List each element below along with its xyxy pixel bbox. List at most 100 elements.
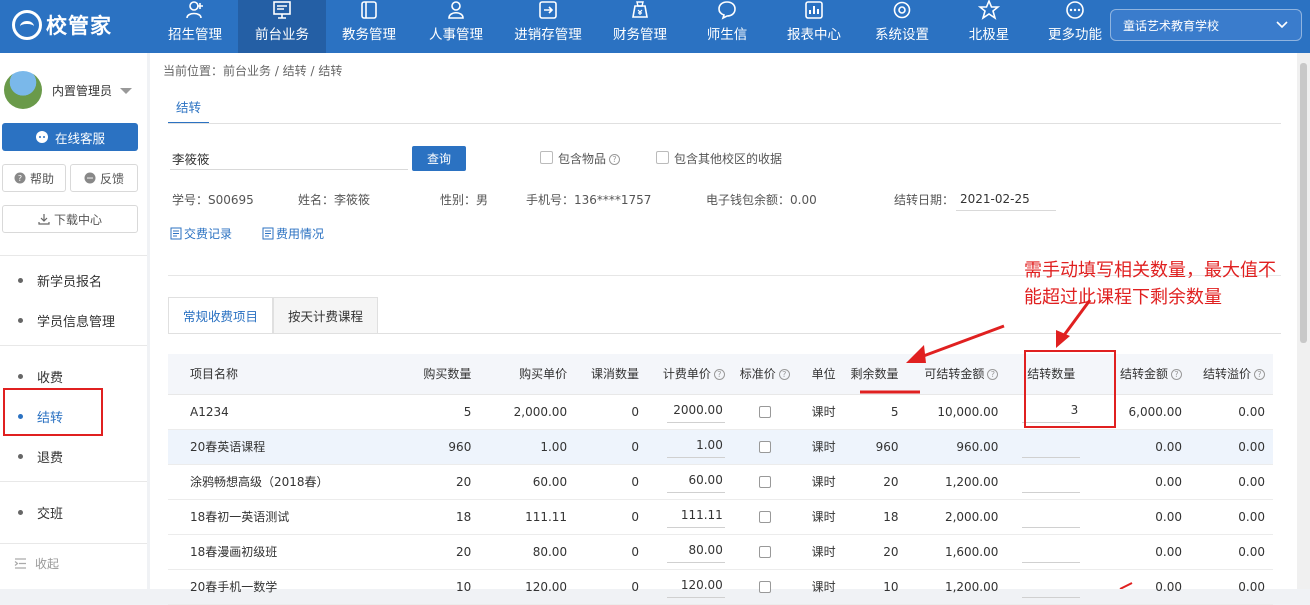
transfer-qty-input[interactable]: 3	[1022, 401, 1081, 423]
sidebar-item-shift[interactable]: 交班	[18, 503, 63, 522]
cell-standard-price	[732, 499, 797, 535]
page-scrollbar[interactable]	[1297, 53, 1310, 589]
cell-transfer-premium: 0.00	[1189, 394, 1273, 430]
standard-price-checkbox[interactable]	[758, 476, 771, 488]
fee-status-link[interactable]: 费用情况	[262, 225, 324, 242]
nav-item-1[interactable]: 前台业务	[238, 0, 326, 53]
user-name[interactable]: 内置管理员	[52, 82, 112, 99]
cell-buy-qty: 20	[367, 464, 480, 500]
payment-record-label: 交费记录	[184, 227, 233, 241]
include-other-campus-checkbox[interactable]	[656, 151, 669, 164]
tab-transfer[interactable]: 结转	[168, 93, 209, 124]
nav-item-4[interactable]: 进销存管理	[500, 0, 596, 53]
col-header-text: 结转溢价	[1202, 367, 1251, 382]
standard-price-checkbox[interactable]	[758, 511, 771, 523]
unit-price-input[interactable]: 1.00	[666, 436, 725, 458]
sidebar-item-label: 新学员报名	[37, 275, 103, 290]
sidebar-divider	[0, 543, 147, 544]
question-mark-icon[interactable]: ?	[987, 369, 999, 381]
online-service-button[interactable]: 在线客服	[2, 123, 138, 151]
brand-logo[interactable]: 校管家	[12, 10, 112, 40]
collapse-button[interactable]: 收起	[14, 555, 59, 572]
unit-price-input[interactable]: 80.00	[666, 541, 725, 563]
table-row: 20春英语课程 960 1.00 0 1.00 课时 960 960.00 0.00 0.00	[168, 429, 1273, 465]
standard-price-checkbox[interactable]	[758, 581, 771, 593]
cell-item-name: 20春手机一数学	[168, 569, 368, 605]
nav-item-5[interactable]: 财务管理	[596, 0, 684, 53]
cell-buy-price: 120.00	[479, 569, 576, 605]
bullet-icon	[18, 454, 23, 459]
document-icon	[262, 227, 274, 240]
transfer-date-label: 结转日期：	[894, 193, 955, 207]
payment-record-link[interactable]: 交费记录	[170, 225, 232, 242]
cell-buy-qty: 18	[367, 499, 480, 535]
nav-item-10[interactable]: 更多功能	[1032, 0, 1118, 53]
logo-mark-icon	[12, 10, 42, 40]
transfer-qty-input[interactable]	[1022, 506, 1081, 528]
question-mark-icon[interactable]: ?	[778, 369, 790, 381]
tab-daily-billing-courses[interactable]: 按天计费课程	[273, 297, 379, 334]
download-center-button[interactable]: 下载中心	[2, 205, 138, 233]
standard-price-checkbox[interactable]	[758, 406, 771, 418]
nav-item-2[interactable]: 教务管理	[326, 0, 412, 53]
sidebar-item-transfer[interactable]: 结转	[18, 407, 63, 426]
question-mark-icon[interactable]: ?	[609, 154, 621, 165]
sidebar-item-new-student[interactable]: 新学员报名	[18, 271, 102, 290]
scrollbar-thumb[interactable]	[1300, 63, 1307, 343]
bullet-icon	[18, 278, 23, 283]
nav-item-0[interactable]: 招生管理	[152, 0, 238, 53]
unit-price-input[interactable]: 2000.00	[666, 401, 725, 423]
nav-item-label: 进销存管理	[514, 27, 582, 43]
include-goods-checkbox[interactable]	[540, 151, 553, 164]
cell-unit: 课时	[796, 429, 851, 465]
question-mark-icon[interactable]: ?	[1170, 369, 1182, 381]
help-button[interactable]: ? 帮助	[2, 164, 66, 192]
cell-transfer-amount: 0.00	[1096, 499, 1190, 535]
col-header: 计费单价?	[646, 354, 733, 395]
transfer-table: 项目名称 购买数量 购买单价 课消数量 计费单价? 标准价? 单位 剩余数量 可…	[168, 354, 1273, 605]
cell-available-amount: 1,200.00	[906, 569, 1007, 605]
cell-transfer-qty	[1006, 464, 1097, 500]
nav-item-6[interactable]: 师生信	[684, 0, 770, 53]
sidebar-item-charge[interactable]: 收费	[18, 367, 63, 386]
question-mark-icon[interactable]: ?	[1254, 369, 1265, 381]
sidebar: 内置管理员 在线客服 ? 帮助 反馈 下载中心 新学员报名 学员信息管理 收费 …	[0, 53, 147, 589]
nav-item-7[interactable]: 报表中心	[770, 0, 858, 53]
caret-down-icon[interactable]	[120, 88, 132, 94]
cell-standard-price	[732, 534, 797, 570]
sidebar-item-student-info[interactable]: 学员信息管理	[18, 311, 115, 330]
question-mark-icon[interactable]: ?	[713, 369, 725, 381]
transfer-qty-input[interactable]	[1022, 541, 1081, 563]
col-header: 单位	[796, 354, 851, 395]
transfer-qty-input[interactable]	[1022, 471, 1081, 493]
sidebar-item-refund[interactable]: 退费	[18, 447, 63, 466]
student-search-input[interactable]: 李筱筱	[170, 146, 408, 170]
school-selector[interactable]: 童话艺术教育学校	[1110, 9, 1302, 41]
cell-buy-price: 1.00	[479, 429, 576, 465]
transfer-qty-input[interactable]	[1022, 436, 1081, 458]
unit-price-input[interactable]: 111.11	[666, 506, 725, 528]
nav-item-label: 财务管理	[613, 27, 667, 43]
bullet-icon	[18, 414, 23, 419]
nav-item-3[interactable]: 人事管理	[412, 0, 500, 53]
book-icon	[361, 1, 377, 19]
breadcrumb: 当前位置：前台业务 / 结转 / 结转	[163, 64, 343, 78]
cell-available-amount: 960.00	[906, 429, 1007, 465]
sidebar-item-label: 交班	[37, 507, 64, 522]
standard-price-checkbox[interactable]	[758, 546, 771, 558]
nav-item-8[interactable]: 系统设置	[858, 0, 946, 53]
unit-price-input[interactable]: 120.00	[666, 576, 725, 598]
standard-price-checkbox[interactable]	[758, 441, 771, 453]
feedback-button[interactable]: 反馈	[70, 164, 138, 192]
cell-unit-price: 111.11	[646, 499, 733, 535]
unit-price-input[interactable]: 60.00	[666, 471, 725, 493]
transfer-qty-input[interactable]	[1022, 576, 1081, 598]
cell-consumed-qty: 0	[575, 464, 647, 500]
wallet-balance: 电子钱包余额：0.00	[706, 193, 817, 207]
tab-regular-fee-items[interactable]: 常规收费项目	[168, 297, 274, 334]
transfer-date-input[interactable]: 2021-02-25	[956, 189, 1056, 211]
nav-item-9[interactable]: 北极星	[946, 0, 1032, 53]
query-button[interactable]: 查询	[412, 146, 466, 171]
avatar[interactable]	[4, 71, 42, 109]
sidebar-divider	[0, 255, 147, 256]
